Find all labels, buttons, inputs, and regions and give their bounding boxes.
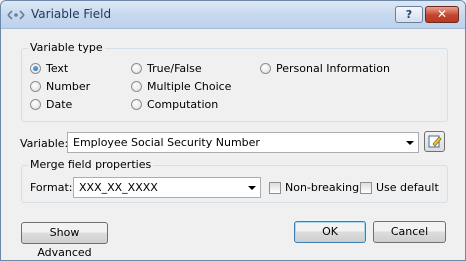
radio-date-dot[interactable] xyxy=(30,99,41,110)
variable-label: Variable: xyxy=(20,137,69,150)
merge-field-label: Merge field properties xyxy=(28,158,154,171)
radio-date-label: Date xyxy=(46,98,73,111)
radio-number-dot[interactable] xyxy=(30,81,41,92)
variable-value: Employee Social Security Number xyxy=(73,136,260,149)
radio-number-label: Number xyxy=(46,80,91,93)
window-title: Variable Field xyxy=(31,7,112,21)
format-select[interactable]: XXX_XX_XXXX xyxy=(73,177,261,198)
cancel-button[interactable]: Cancel xyxy=(373,221,446,243)
variable-field-dialog: Variable Field ? ✕ Variable type Text Nu… xyxy=(0,0,466,261)
variable-type-label: Variable type xyxy=(28,41,105,54)
variable-dropdown-arrow-icon[interactable] xyxy=(406,141,414,145)
radio-text-label: Text xyxy=(46,62,69,75)
title-bar: Variable Field ? ✕ xyxy=(1,1,465,29)
ok-button[interactable]: OK xyxy=(294,221,366,243)
use-default-box[interactable] xyxy=(360,182,372,194)
non-breaking-box[interactable] xyxy=(269,182,281,194)
help-button[interactable]: ? xyxy=(395,6,423,23)
format-label: Format: xyxy=(30,181,73,194)
use-default-label: Use default xyxy=(376,181,439,194)
radio-computation-dot[interactable] xyxy=(131,99,142,110)
non-breaking-label: Non-breaking xyxy=(285,181,360,194)
format-dropdown-arrow-icon[interactable] xyxy=(248,186,256,190)
edit-pencil-icon xyxy=(428,135,442,148)
radio-personal-information-label: Personal Information xyxy=(276,62,390,75)
variable-field-icon xyxy=(7,10,25,20)
radio-true-false-label: True/False xyxy=(147,62,202,75)
radio-multiple-choice-dot[interactable] xyxy=(131,81,142,92)
close-button[interactable]: ✕ xyxy=(425,6,459,23)
edit-variable-button[interactable] xyxy=(424,131,445,152)
show-advanced-button[interactable]: Show Advanced xyxy=(21,222,108,259)
radio-text-dot[interactable] xyxy=(30,63,41,74)
format-value: XXX_XX_XXXX xyxy=(79,181,158,194)
radio-personal-information-dot[interactable] xyxy=(260,63,271,74)
radio-computation-label: Computation xyxy=(147,98,219,111)
radio-true-false-dot[interactable] xyxy=(131,63,142,74)
radio-multiple-choice-label: Multiple Choice xyxy=(147,80,232,93)
variable-select[interactable]: Employee Social Security Number xyxy=(67,132,419,153)
